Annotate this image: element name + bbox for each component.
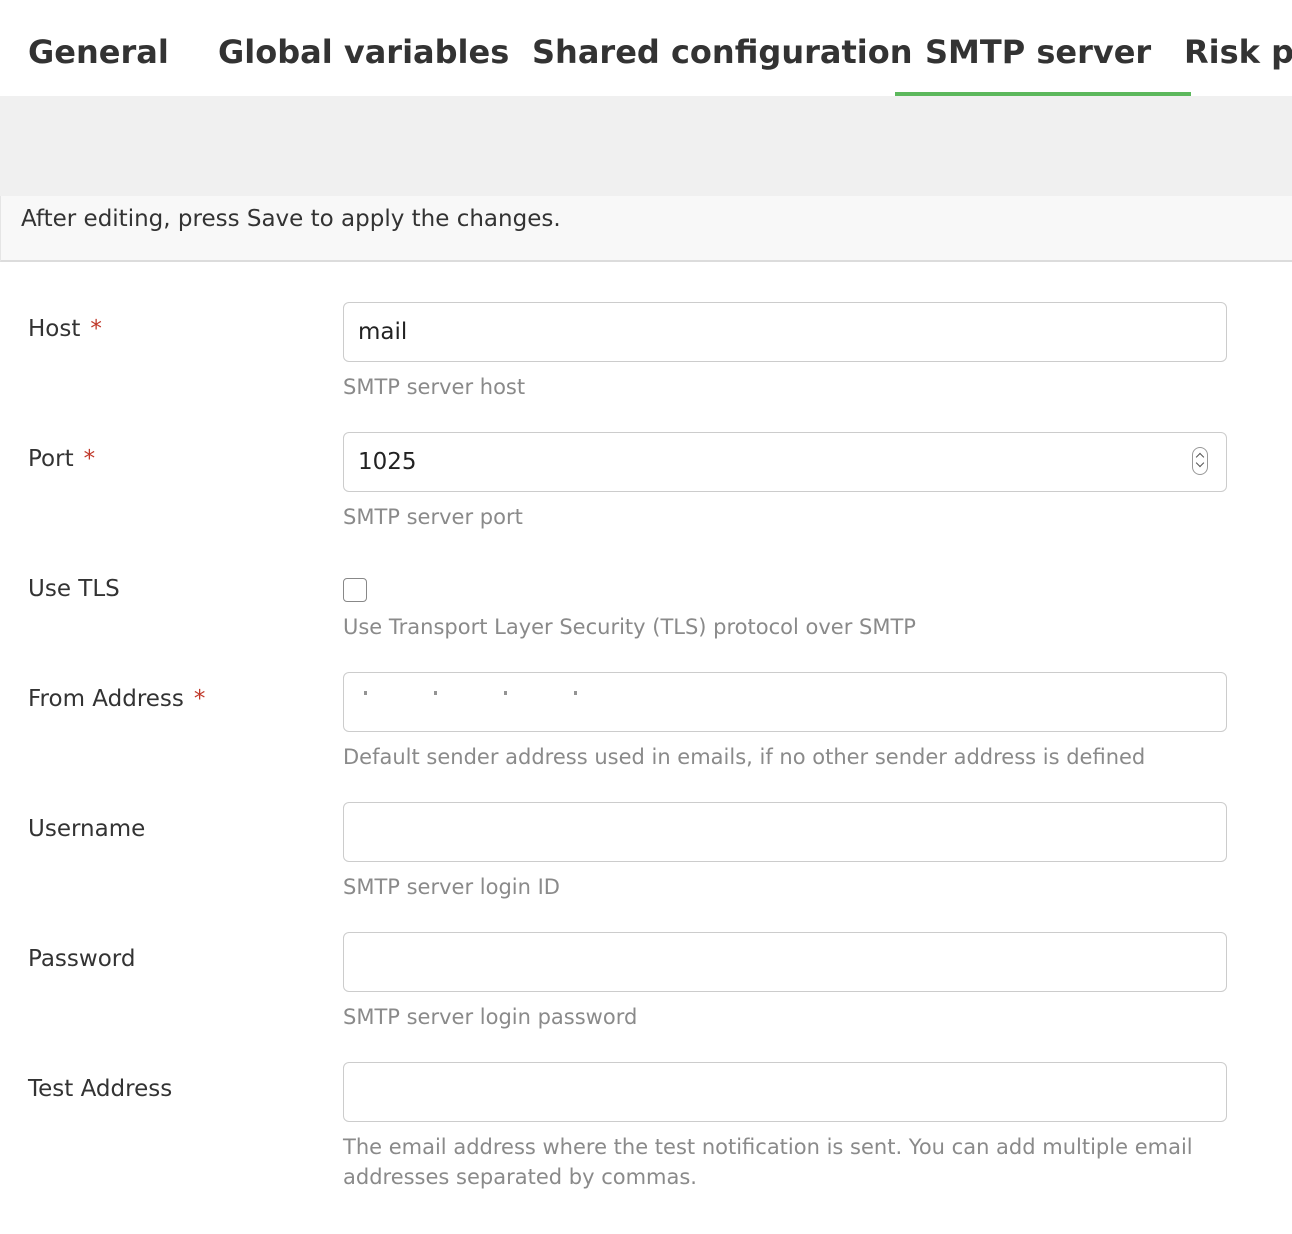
- host-label: Host *: [28, 316, 102, 342]
- tab-global-variables[interactable]: Global variables: [218, 0, 509, 96]
- edit-notice-text: After editing, press Save to apply the c…: [21, 206, 561, 232]
- tab-general[interactable]: General: [28, 0, 169, 96]
- password-label: Password: [28, 946, 136, 972]
- password-help: SMTP server login password: [343, 1005, 638, 1029]
- required-marker: *: [90, 316, 102, 342]
- edit-notice: After editing, press Save to apply the c…: [0, 196, 1292, 262]
- tab-smtp-server[interactable]: SMTP server: [894, 0, 1192, 96]
- test-address-label: Test Address: [28, 1076, 173, 1102]
- from-address-input[interactable]: [343, 672, 1227, 732]
- tls-label: Use TLS: [28, 576, 120, 602]
- port-value: 1025: [358, 449, 417, 475]
- required-marker: *: [193, 686, 206, 712]
- from-address-label: From Address *: [28, 686, 206, 712]
- host-input[interactable]: mail: [343, 302, 1227, 362]
- spinner-icon[interactable]: [1192, 447, 1208, 475]
- required-marker: *: [83, 446, 96, 472]
- password-input[interactable]: [343, 932, 1227, 992]
- username-input[interactable]: [343, 802, 1227, 862]
- username-help: SMTP server login ID: [343, 875, 560, 899]
- tab-bar: General Global variables Shared configur…: [0, 0, 1292, 96]
- username-label: Username: [28, 816, 146, 842]
- host-help: SMTP server host: [343, 375, 526, 399]
- tab-risk-profiles[interactable]: Risk pro: [1184, 0, 1292, 96]
- port-help: SMTP server port: [343, 505, 523, 529]
- tab-shared-configuration[interactable]: Shared configuration: [532, 0, 913, 96]
- redacted-value: [364, 691, 624, 695]
- tls-help: Use Transport Layer Security (TLS) proto…: [343, 615, 916, 639]
- from-address-help: Default sender address used in emails, i…: [343, 745, 1146, 769]
- test-address-input[interactable]: [343, 1062, 1227, 1122]
- test-address-help: The email address where the test notific…: [343, 1135, 1193, 1189]
- tls-checkbox[interactable]: [343, 578, 367, 602]
- port-label: Port *: [28, 446, 96, 472]
- port-input[interactable]: 1025: [343, 432, 1227, 492]
- toolbar-area: [0, 96, 1292, 196]
